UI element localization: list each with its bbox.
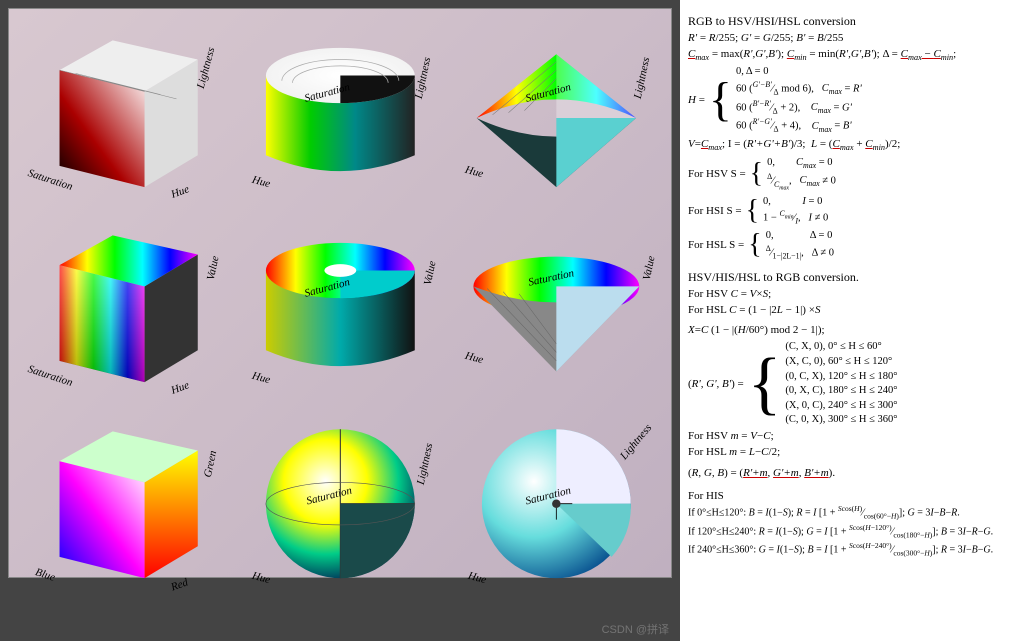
s-hsi-0: 0, I = 0 — [763, 195, 828, 209]
h-case-1: 60 (G'−B'⁄Δ mod 6), Cmax = R' — [736, 80, 862, 98]
cell-hsl-cone: Hue Saturation Lightness — [450, 17, 663, 208]
his-line-1: If 120°≤H≤240°: R = I(1−S); G = I [1 + S… — [688, 523, 1001, 540]
formula-m-hsl: For HSL m = L−C/2; — [688, 445, 1001, 460]
rgbp-2: (0, C, X), 120° ≤ H ≤ 180° — [785, 370, 897, 384]
color-model-grid: Saturation Hue Lightness Hue — [8, 8, 672, 578]
s-hsl-1: Δ⁄1−|2L−1|, Δ ≠ 0 — [766, 244, 834, 262]
formula-m-hsv: For HSV m = V−C; — [688, 429, 1001, 444]
formula-normalize: R' = R/255; G' = G/255; B' = B/255 — [688, 31, 1001, 46]
s-hsv-0: 0, Cmax = 0 — [767, 156, 836, 171]
cell-hsl-sphere-cut: Hue Saturation Lightness — [450, 408, 663, 599]
cell-hsl-sphere: Hue Saturation Lightness — [234, 408, 447, 599]
cell-hsl-cube: Saturation Hue Lightness — [17, 17, 230, 208]
h-case-2: 60 (B'−R'⁄Δ + 2), Cmax = G' — [736, 99, 862, 117]
formula-rgb-final: (R, G, B) = (R'+m, G'+m, B'+m). — [688, 466, 1001, 481]
formula-rgb-prime-cases: (R', G', B') = { (C, X, 0), 0° ≤ H ≤ 60°… — [688, 340, 1001, 427]
formula-vil: V=Cmax; I = (R'+G'+B')/3; L = (Cmax + Cm… — [688, 137, 1001, 153]
rgbp-4: (X, 0, C), 240° ≤ H ≤ 300° — [785, 399, 897, 413]
formula-hue-cases: H = { 0, Δ = 0 60 (G'−B'⁄Δ mod 6), Cmax … — [688, 65, 1001, 135]
h-case-3: 60 (R'−G'⁄Δ + 4), Cmax = B' — [736, 117, 862, 135]
sphere-icon — [234, 408, 447, 599]
formula-c-hsl: For HSL C = (1 − |2L − 1|) ×S — [688, 303, 1001, 318]
diagram-panel: Saturation Hue Lightness Hue — [0, 0, 680, 641]
formula-c-hsv: For HSV C = V×S; — [688, 287, 1001, 302]
cell-hsv-cylinder: Hue Saturation Value — [234, 212, 447, 403]
rgbp-1: (X, C, 0), 60° ≤ H ≤ 120° — [785, 355, 897, 369]
heading-his: For HIS — [688, 489, 1001, 504]
cell-hsl-cylinder: Hue Saturation Lightness — [234, 17, 447, 208]
rgbp-0: (C, X, 0), 0° ≤ H ≤ 60° — [785, 340, 897, 354]
heading-rgb-to-hsv: RGB to HSV/HSI/HSL conversion — [688, 14, 1001, 29]
s-hsi-1: 1 − Cmin⁄I, I ≠ 0 — [763, 209, 828, 227]
formula-panel: RGB to HSV/HSI/HSL conversion R' = R/255… — [680, 0, 1009, 641]
s-hsv-1: Δ⁄Cmax, Cmax ≠ 0 — [767, 172, 836, 193]
his-line-0: If 0°≤H≤120°: B = I(1−S); R = I [1 + Sco… — [688, 504, 1001, 521]
heading-hsv-to-rgb: HSV/HIS/HSL to RGB conversion. — [688, 270, 1001, 285]
rgbp-5: (C, 0, X), 300° ≤ H ≤ 360° — [785, 413, 897, 427]
formula-cmax: Cmax = max(R',G',B'); Cmin = min(R',G',B… — [688, 47, 1001, 63]
watermark: CSDN @拼译 — [602, 621, 669, 637]
formula-s-hsv: For HSV S = { 0, Cmax = 0 Δ⁄Cmax, Cmax ≠… — [688, 156, 1001, 193]
cell-rgb-cube: Blue Red Green — [17, 408, 230, 599]
h-case-0: 0, Δ = 0 — [736, 65, 862, 79]
rgbp-3: (0, X, C), 180° ≤ H ≤ 240° — [785, 384, 897, 398]
cell-hsv-cube: Saturation Hue Value — [17, 212, 230, 403]
cell-hsv-cone: Hue Saturation Value — [450, 212, 663, 403]
his-line-2: If 240°≤H≤360°: G = I(1−S); B = I [1 + S… — [688, 541, 1001, 558]
formula-s-hsl: For HSL S = { 0, Δ = 0 Δ⁄1−|2L−1|, Δ ≠ 0 — [688, 229, 1001, 261]
formula-x: X=C (1 − |(H/60°) mod 2 − 1|); — [688, 323, 1001, 338]
s-hsl-0: 0, Δ = 0 — [766, 229, 834, 243]
cone-icon — [450, 17, 663, 208]
formula-s-hsi: For HSI S = { 0, I = 0 1 − Cmin⁄I, I ≠ 0 — [688, 195, 1001, 227]
cone-icon — [450, 212, 663, 403]
